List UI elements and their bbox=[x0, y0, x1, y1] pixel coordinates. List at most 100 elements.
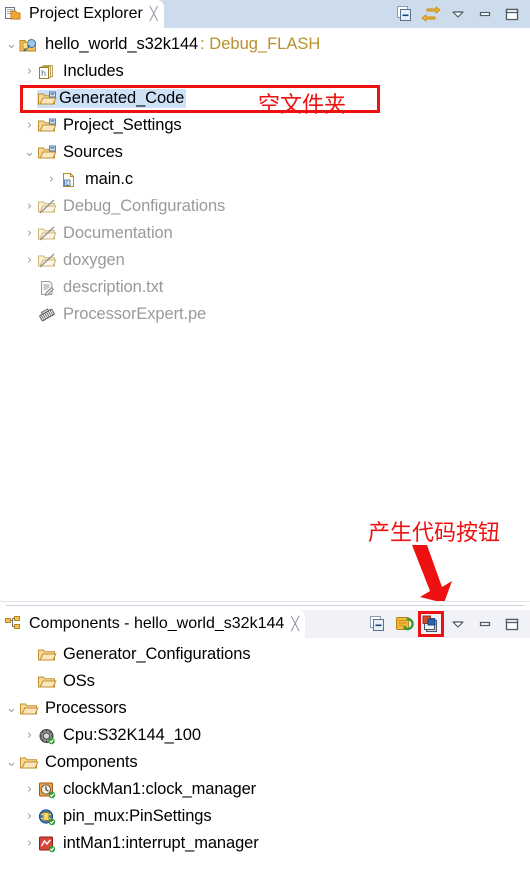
build-config-suffix: : Debug_FLASH bbox=[200, 35, 321, 53]
tree-label: description.txt bbox=[63, 278, 164, 296]
folder-excluded-icon bbox=[37, 225, 57, 243]
tab-label: Components - hello_world_s32k144 bbox=[29, 615, 285, 632]
project-explorer-toolbar bbox=[394, 4, 530, 24]
tab-components[interactable]: Components - hello_world_s32k144 ╳ bbox=[0, 610, 306, 638]
chevron-right-icon[interactable]: › bbox=[22, 782, 37, 797]
chevron-down-icon[interactable]: ⌄ bbox=[4, 37, 19, 52]
folder-source-icon bbox=[37, 144, 57, 162]
close-icon[interactable]: ╳ bbox=[291, 618, 299, 631]
panel-sash[interactable] bbox=[0, 601, 530, 610]
tree-row-debug-configurations[interactable]: › Debug_Configurations bbox=[0, 193, 530, 220]
tree-label: doxygen bbox=[63, 251, 125, 269]
tree-row-generator-configurations[interactable]: Generator_Configurations bbox=[0, 641, 530, 668]
tree-row-components[interactable]: ⌄ Components bbox=[0, 749, 530, 776]
tree-label: Documentation bbox=[63, 224, 173, 242]
tree-row-project[interactable]: ⌄ hello_world_s32k144 : Debug_FLASH bbox=[0, 31, 530, 58]
chevron-right-icon[interactable]: › bbox=[22, 64, 37, 79]
tree-label: Generated_Code bbox=[57, 89, 187, 108]
pin-settings-icon bbox=[37, 808, 57, 826]
components-toolbar bbox=[367, 611, 530, 637]
view-menu-button[interactable] bbox=[448, 4, 468, 24]
tree-label: main.c bbox=[85, 170, 133, 188]
components-titlebar: Components - hello_world_s32k144 ╳ bbox=[0, 610, 530, 638]
pe-file-icon bbox=[37, 306, 57, 324]
minimize-button[interactable] bbox=[475, 614, 495, 634]
tree-row-cpu[interactable]: › Cpu:S32K144_100 bbox=[0, 722, 530, 749]
link-with-editor-button[interactable] bbox=[421, 4, 441, 24]
tree-row-processors[interactable]: ⌄ Processors bbox=[0, 695, 530, 722]
tree-label: Cpu:S32K144_100 bbox=[63, 726, 201, 744]
project-explorer-titlebar: Project Explorer ╳ bbox=[0, 0, 530, 28]
chevron-down-icon[interactable]: ⌄ bbox=[4, 755, 19, 770]
text-file-icon bbox=[37, 279, 57, 297]
tree-row-oss[interactable]: OSs bbox=[0, 668, 530, 695]
chevron-right-icon[interactable]: › bbox=[22, 836, 37, 851]
folder-open-icon bbox=[19, 700, 39, 718]
close-icon[interactable]: ╳ bbox=[150, 8, 158, 21]
tree-label: pin_mux:PinSettings bbox=[63, 807, 212, 825]
tree-label: Includes bbox=[63, 62, 124, 80]
components-tree[interactable]: Generator_Configurations OSs ⌄ Processor… bbox=[0, 638, 530, 857]
tree-row-doxygen[interactable]: › doxygen bbox=[0, 247, 530, 274]
refresh-button[interactable] bbox=[394, 614, 414, 634]
cpu-icon bbox=[37, 727, 57, 745]
chevron-right-icon[interactable]: › bbox=[22, 809, 37, 824]
chevron-right-icon[interactable]: › bbox=[22, 253, 37, 268]
generate-code-arrow-icon bbox=[400, 543, 470, 605]
tree-row-documentation[interactable]: › Documentation bbox=[0, 220, 530, 247]
tree-label: Generator_Configurations bbox=[63, 645, 251, 663]
chevron-down-icon[interactable]: ⌄ bbox=[4, 701, 19, 716]
folder-source-icon bbox=[37, 89, 57, 108]
tab-project-explorer[interactable]: Project Explorer ╳ bbox=[0, 0, 164, 28]
folder-open-icon bbox=[19, 754, 39, 772]
tree-label: OSs bbox=[63, 672, 95, 690]
tree-row-sources[interactable]: ⌄ Sources bbox=[0, 139, 530, 166]
maximize-button[interactable] bbox=[502, 614, 522, 634]
tree-row-processorexpert-pe[interactable]: ProcessorExpert.pe bbox=[0, 301, 530, 328]
includes-icon: h bbox=[37, 63, 57, 81]
components-view-icon bbox=[4, 615, 24, 633]
folder-source-icon bbox=[37, 117, 57, 135]
folder-excluded-icon bbox=[37, 198, 57, 216]
chevron-right-icon[interactable]: › bbox=[22, 118, 37, 133]
tab-label: Project Explorer bbox=[29, 5, 143, 22]
collapse-all-button[interactable] bbox=[394, 4, 414, 24]
empty-folder-annotation: 空文件夹 bbox=[258, 93, 347, 118]
minimize-button[interactable] bbox=[475, 4, 495, 24]
project-explorer-icon bbox=[4, 5, 24, 23]
tree-label: ProcessorExpert.pe bbox=[63, 305, 207, 323]
folder-open-icon bbox=[37, 646, 57, 664]
tree-label: Debug_Configurations bbox=[63, 197, 226, 215]
c-file-icon: c bbox=[59, 171, 79, 189]
view-menu-button[interactable] bbox=[448, 614, 468, 634]
tree-label: clockMan1:clock_manager bbox=[63, 780, 257, 798]
tree-row-intman1[interactable]: › intMan1:interrupt_manager bbox=[0, 830, 530, 857]
tree-label: intMan1:interrupt_manager bbox=[63, 834, 259, 852]
tree-row-description-txt[interactable]: description.txt bbox=[0, 274, 530, 301]
collapse-all-button[interactable] bbox=[367, 614, 387, 634]
tree-label: hello_world_s32k144 bbox=[45, 35, 199, 53]
tree-row-includes[interactable]: › h Includes bbox=[0, 58, 530, 85]
project-explorer-tree[interactable]: ⌄ hello_world_s32k144 : Debug_FLASH › h … bbox=[0, 28, 530, 328]
tree-row-main-c[interactable]: › c main.c bbox=[0, 166, 530, 193]
generate-processor-expert-code-button[interactable] bbox=[418, 611, 444, 637]
tree-row-pin-mux[interactable]: › pin_mux:PinSettings bbox=[0, 803, 530, 830]
maximize-button[interactable] bbox=[502, 4, 522, 24]
chevron-right-icon[interactable]: › bbox=[22, 199, 37, 214]
clock-manager-icon bbox=[37, 781, 57, 799]
chevron-right-icon[interactable]: › bbox=[22, 226, 37, 241]
tree-label: Project_Settings bbox=[63, 116, 182, 134]
tree-label: Components bbox=[45, 753, 138, 771]
components-panel: Components - hello_world_s32k144 ╳ Gener… bbox=[0, 610, 530, 870]
chevron-right-icon[interactable]: › bbox=[44, 172, 59, 187]
folder-excluded-icon bbox=[37, 252, 57, 270]
chevron-right-icon[interactable]: › bbox=[22, 728, 37, 743]
folder-open-icon bbox=[37, 673, 57, 691]
chevron-down-icon[interactable]: ⌄ bbox=[22, 145, 37, 160]
tree-row-clockman1[interactable]: › clockMan1:clock_manager bbox=[0, 776, 530, 803]
project-icon bbox=[19, 36, 39, 54]
tree-label: Sources bbox=[63, 143, 123, 161]
tree-label: Processors bbox=[45, 699, 127, 717]
project-explorer-panel: Project Explorer ╳ ⌄ hello_world_s32k144… bbox=[0, 0, 530, 603]
svg-text:c: c bbox=[65, 180, 68, 186]
